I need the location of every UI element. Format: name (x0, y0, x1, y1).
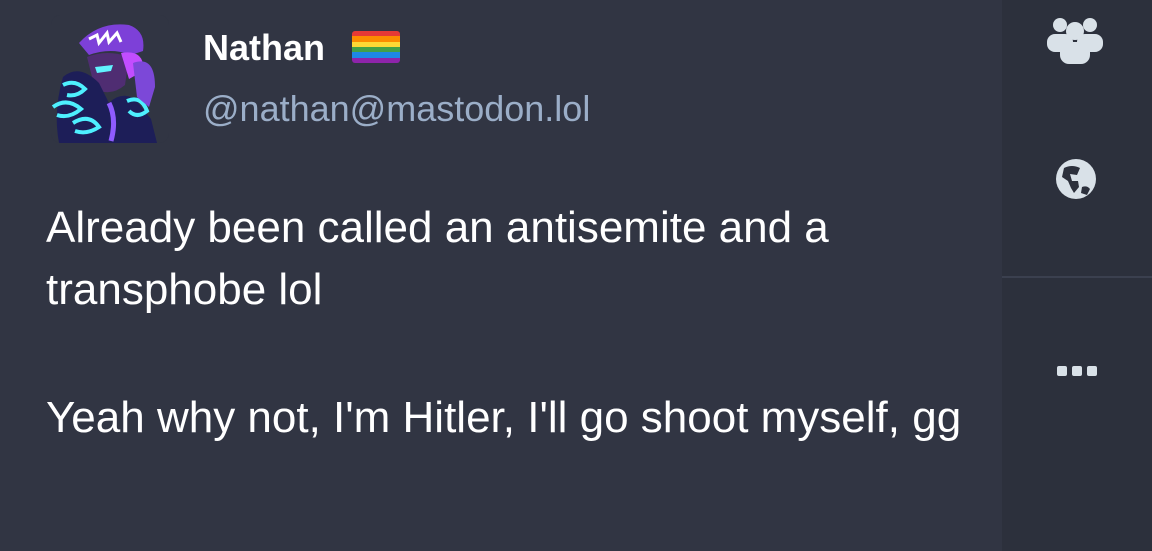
more-options-icon[interactable] (1056, 364, 1098, 378)
screen: Nathan @nathan@mastodon.lol Already been… (0, 0, 1152, 551)
post-paragraph: Already been called an antisemite and a … (46, 203, 829, 314)
display-name[interactable]: Nathan (203, 28, 325, 68)
users-icon[interactable] (1045, 12, 1105, 66)
divider (1002, 276, 1152, 278)
account-handle[interactable]: @nathan@mastodon.lol (203, 88, 590, 130)
globe-icon[interactable] (1054, 157, 1098, 201)
post-paragraph: Yeah why not, I'm Hitler, I'll go shoot … (46, 393, 962, 442)
pride-flag-icon (352, 31, 400, 63)
post-card: Nathan @nathan@mastodon.lol Already been… (0, 0, 1002, 551)
avatar[interactable] (51, 15, 169, 143)
avatar-image (51, 15, 169, 143)
